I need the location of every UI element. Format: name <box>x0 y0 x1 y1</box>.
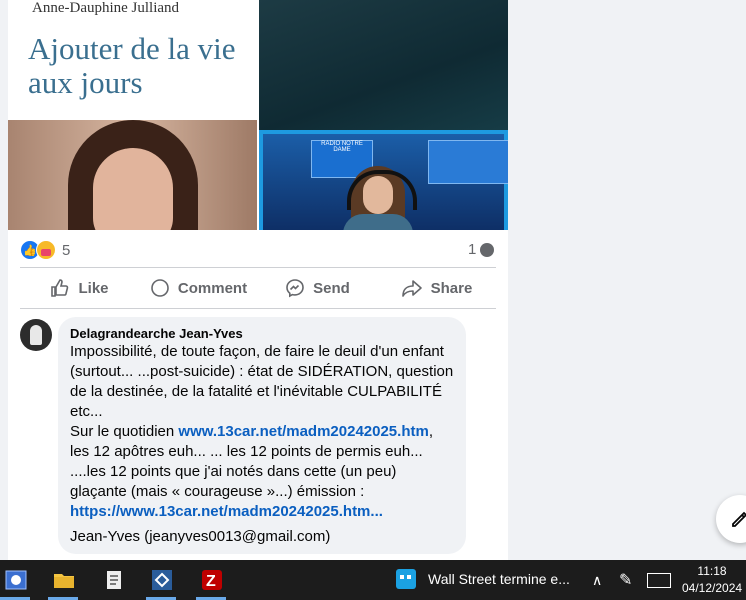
post-actions: Like Comment Send Share <box>20 268 496 308</box>
share-button[interactable]: Share <box>377 268 496 308</box>
svg-text:Z: Z <box>206 573 216 590</box>
comments-count[interactable]: 1 <box>468 241 495 258</box>
post-image-book-cover[interactable]: Anne-Dauphine Julliand Ajouter de la vie… <box>8 0 257 230</box>
comments-count-number: 1 <box>468 241 477 258</box>
comment-label: Comment <box>177 279 248 297</box>
reactions-count: 5 <box>62 241 71 259</box>
messenger-icon <box>286 279 304 298</box>
news-widget[interactable]: Wall Street termine e... <box>396 569 570 589</box>
taskbar: Z Wall Street termine e... ∧ ✎ 11:18 04/… <box>0 560 746 600</box>
share-arrow-icon <box>401 280 422 297</box>
pen-icon[interactable]: ✎ <box>619 570 632 590</box>
divider <box>20 308 496 309</box>
news-headline: Wall Street termine e... <box>428 571 570 587</box>
network-icon[interactable] <box>150 568 174 592</box>
post-image-dark[interactable] <box>259 0 508 130</box>
clock[interactable]: 11:18 04/12/2024 <box>682 563 742 597</box>
like-button[interactable]: Like <box>20 268 139 308</box>
chevron-up-icon[interactable]: ∧ <box>592 572 602 589</box>
studio-screen <box>428 140 508 184</box>
filezilla-icon[interactable]: Z <box>200 568 224 592</box>
book-title: Ajouter de la vie aux jours <box>28 31 236 100</box>
like-label: Like <box>78 279 109 297</box>
app-launcher-icon[interactable] <box>4 568 28 592</box>
clock-date: 04/12/2024 <box>682 581 743 595</box>
news-icon <box>396 569 416 589</box>
share-label: Share <box>430 279 473 297</box>
comment-button[interactable]: Comment <box>139 268 258 308</box>
comment-text: Impossibilité, de toute façon, de faire … <box>70 342 456 522</box>
comment-text-prefix: Sur le quotidien <box>70 423 179 440</box>
care-reaction-icon <box>36 240 56 260</box>
notepad-icon[interactable] <box>102 568 126 592</box>
comment-link-1[interactable]: www.13car.net/madm20242025.htm <box>178 423 428 440</box>
headset-icon <box>347 170 417 210</box>
send-button[interactable]: Send <box>258 268 377 308</box>
comment-signature: Jean-Yves (jeanyves0013@gmail.com) <box>70 528 331 545</box>
reactions-summary[interactable]: 👍 5 <box>20 240 70 260</box>
clock-time: 11:18 <box>697 564 727 578</box>
keyboard-icon[interactable] <box>647 573 671 588</box>
folder-icon[interactable] <box>52 568 76 592</box>
comment-line-1: Impossibilité, de toute façon, de faire … <box>70 343 454 420</box>
comment-author[interactable]: Delagrandearche Jean-Yves <box>70 326 243 341</box>
comment-bubble-icon <box>151 279 169 297</box>
send-label: Send <box>313 279 350 297</box>
comment-link-2[interactable]: https://www.13car.net/madm20242025.htm..… <box>70 503 383 520</box>
cover-portrait <box>8 120 257 230</box>
comment-bubble-icon <box>480 242 495 257</box>
edit-icon <box>732 511 746 527</box>
avatar[interactable] <box>20 319 52 351</box>
comment-line-2: Sur le quotidien www.13car.net/madm20242… <box>70 422 456 502</box>
comment-bubble: Delagrandearche Jean-Yves Impossibilité,… <box>58 317 466 554</box>
post-image-studio[interactable]: RADIO NOTRE DAME <box>259 130 508 230</box>
compose-button[interactable] <box>716 495 746 543</box>
book-author: Anne-Dauphine Julliand <box>32 0 180 16</box>
thumbs-up-icon <box>51 279 69 297</box>
comment-line-3: https://www.13car.net/madm20242025.htm..… <box>70 502 456 522</box>
